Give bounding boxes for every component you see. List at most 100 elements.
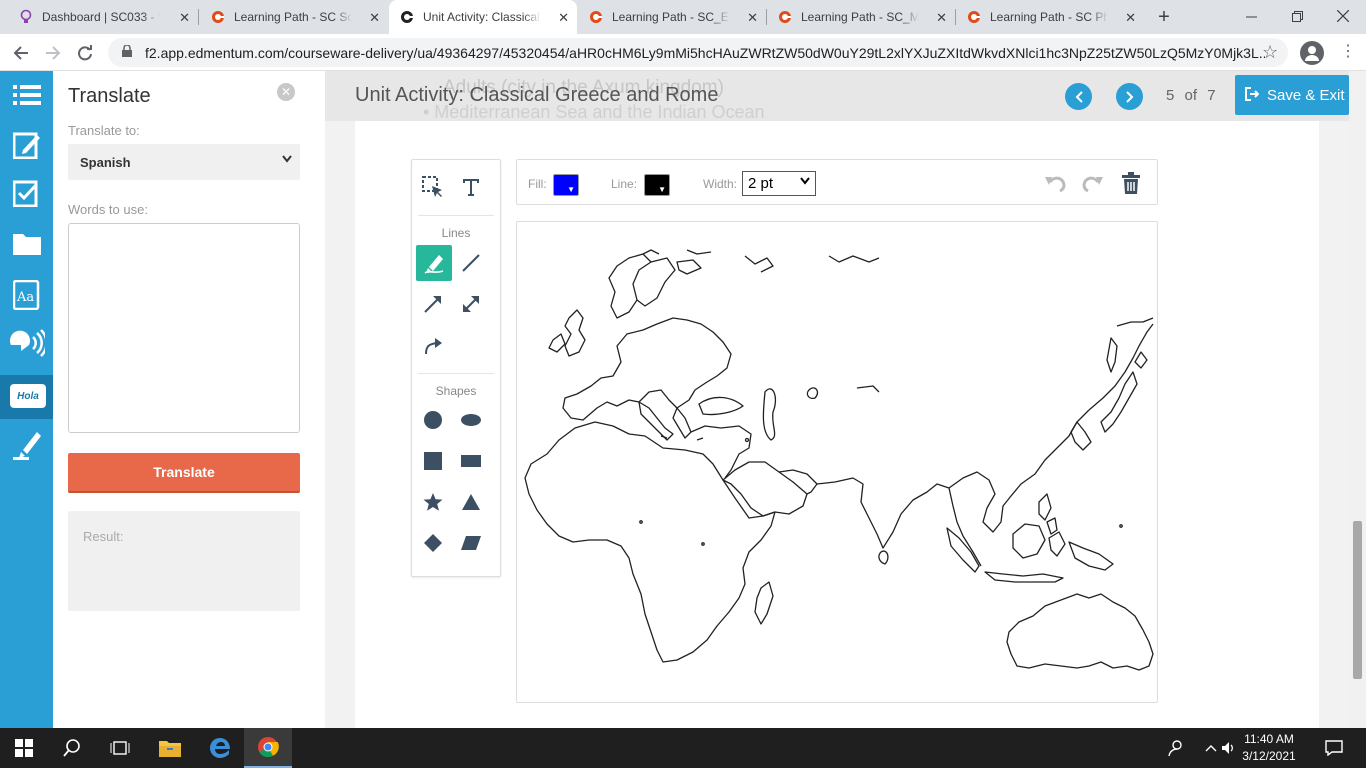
parallelogram-tool-button[interactable] bbox=[453, 525, 489, 561]
circle-tool-button[interactable] bbox=[415, 402, 451, 438]
search-button[interactable] bbox=[48, 728, 96, 768]
start-button[interactable] bbox=[0, 728, 48, 768]
save-exit-label: Save & Exit bbox=[1267, 86, 1345, 104]
chevron-up-icon bbox=[1205, 745, 1217, 752]
previous-page-button[interactable] bbox=[1065, 83, 1092, 110]
assignments-icon[interactable] bbox=[8, 175, 46, 211]
words-to-use-label: Words to use: bbox=[68, 202, 148, 217]
tab-unit-activity[interactable]: Unit Activity: Classical G ✕ bbox=[389, 0, 577, 34]
line-color-picker[interactable]: ▼ bbox=[644, 174, 670, 196]
scrollbar-thumb[interactable] bbox=[1353, 521, 1362, 679]
rectangle-tool-button[interactable] bbox=[453, 443, 489, 479]
translate-tool-button[interactable]: Hola bbox=[0, 375, 61, 419]
back-button[interactable] bbox=[8, 40, 34, 66]
edge-button[interactable] bbox=[196, 728, 244, 768]
diamond-tool-button[interactable] bbox=[415, 525, 451, 561]
tab-title: Learning Path - SC_Mat bbox=[801, 10, 919, 24]
tab-strip: Dashboard | SC033 - W ✕ Learning Path - … bbox=[0, 0, 1366, 34]
select-tool-button[interactable] bbox=[415, 169, 451, 205]
star-tool-button[interactable] bbox=[415, 484, 451, 520]
next-page-button[interactable] bbox=[1116, 83, 1143, 110]
address-bar[interactable]: f2.app.edmentum.com/courseware-delivery/… bbox=[108, 38, 1288, 67]
task-view-icon bbox=[110, 741, 130, 755]
file-explorer-button[interactable] bbox=[146, 728, 194, 768]
double-arrow-tool-button[interactable] bbox=[453, 286, 489, 322]
world-outline-map bbox=[524, 249, 1154, 671]
page-total: 7 bbox=[1207, 87, 1216, 104]
close-window-button[interactable] bbox=[1320, 0, 1366, 32]
square-tool-button[interactable] bbox=[415, 443, 451, 479]
page-current: 5 bbox=[1166, 87, 1175, 104]
drawing-canvas[interactable] bbox=[516, 221, 1158, 703]
line-tool-button[interactable] bbox=[453, 245, 489, 281]
text-to-speech-icon[interactable] bbox=[8, 325, 46, 361]
line-width-select[interactable]: 2 pt bbox=[742, 171, 816, 196]
hola-icon: Hola bbox=[10, 384, 46, 408]
table-of-contents-icon[interactable] bbox=[8, 77, 46, 113]
action-center-button[interactable] bbox=[1312, 728, 1356, 768]
close-icon[interactable]: ✕ bbox=[1125, 10, 1136, 26]
delete-button[interactable] bbox=[1120, 172, 1142, 194]
arrow-left-icon bbox=[13, 46, 28, 60]
language-select[interactable]: Spanish bbox=[68, 144, 300, 180]
tab-dashboard[interactable]: Dashboard | SC033 - W ✕ bbox=[8, 0, 198, 34]
reload-button[interactable] bbox=[72, 40, 98, 66]
words-to-use-input[interactable] bbox=[68, 223, 300, 433]
text-icon bbox=[463, 179, 479, 196]
redo-button[interactable] bbox=[1082, 172, 1104, 194]
edmentum-icon bbox=[399, 9, 415, 25]
trash-icon bbox=[1122, 172, 1140, 194]
chrome-button[interactable] bbox=[244, 728, 292, 768]
bookmark-star-icon[interactable]: ☆ bbox=[1262, 42, 1278, 63]
minimize-button[interactable] bbox=[1228, 0, 1274, 32]
edge-icon bbox=[210, 738, 230, 758]
svg-text:Aa: Aa bbox=[16, 290, 34, 305]
task-view-button[interactable] bbox=[96, 728, 144, 768]
dictionary-icon[interactable]: Aa bbox=[8, 277, 46, 313]
drawing-tool-palette: Lines Shapes bbox=[411, 159, 501, 577]
ellipse-tool-button[interactable] bbox=[453, 402, 489, 438]
language-value: Spanish bbox=[80, 154, 131, 170]
restore-button[interactable] bbox=[1274, 0, 1320, 32]
save-exit-button[interactable]: Save & Exit bbox=[1235, 75, 1349, 115]
page-scrollbar[interactable] bbox=[1349, 71, 1366, 728]
profile-avatar[interactable] bbox=[1300, 41, 1324, 65]
tab-learning-path-english[interactable]: Learning Path - SC_Engl ✕ bbox=[578, 0, 766, 34]
translate-result-box: Result: bbox=[68, 511, 300, 611]
folder-icon[interactable] bbox=[8, 225, 46, 261]
people-button[interactable] bbox=[1154, 728, 1198, 768]
search-icon bbox=[63, 739, 80, 757]
tab-title: Unit Activity: Classical G bbox=[423, 10, 541, 24]
close-icon[interactable]: ✕ bbox=[936, 10, 947, 26]
tab-learning-path-math[interactable]: Learning Path - SC_Mat ✕ bbox=[767, 0, 955, 34]
arrow-tool-button[interactable] bbox=[415, 286, 451, 322]
close-icon[interactable]: ✕ bbox=[747, 10, 758, 26]
close-icon bbox=[1337, 10, 1349, 22]
notes-icon[interactable] bbox=[8, 127, 46, 163]
arrow-icon bbox=[424, 296, 441, 313]
highlighter-icon[interactable] bbox=[8, 427, 46, 463]
lines-section-label: Lines bbox=[441, 226, 471, 240]
curved-arrow-tool-button[interactable] bbox=[415, 328, 451, 364]
freehand-tool-button[interactable] bbox=[416, 245, 452, 281]
close-translate-button[interactable]: ✕ bbox=[277, 83, 295, 101]
browser-menu-icon[interactable]: ⋮ bbox=[1338, 41, 1358, 61]
exit-icon bbox=[1245, 86, 1260, 104]
close-icon[interactable]: ✕ bbox=[179, 10, 190, 26]
close-icon[interactable]: ✕ bbox=[369, 10, 380, 26]
page-indicator: 5 of 7 bbox=[1166, 87, 1216, 104]
forward-button[interactable] bbox=[40, 40, 66, 66]
close-icon[interactable]: ✕ bbox=[558, 10, 569, 26]
text-tool-button[interactable] bbox=[453, 169, 489, 205]
translate-button[interactable]: Translate bbox=[68, 453, 300, 493]
selection-icon bbox=[422, 176, 442, 197]
tab-learning-path-science[interactable]: Learning Path - SC Scie ✕ bbox=[200, 0, 388, 34]
tab-learning-path-physics[interactable]: Learning Path - SC Phys ✕ bbox=[956, 0, 1144, 34]
new-tab-button[interactable]: + bbox=[1152, 5, 1176, 29]
clock-date: 3/12/2021 bbox=[1242, 749, 1296, 763]
taskbar-clock[interactable]: 11:40 AM 3/12/2021 bbox=[1236, 731, 1302, 765]
fill-color-picker[interactable]: ▼ bbox=[553, 174, 579, 196]
triangle-tool-button[interactable] bbox=[453, 484, 489, 520]
windows-logo-icon bbox=[15, 739, 33, 757]
undo-button[interactable] bbox=[1044, 172, 1066, 194]
